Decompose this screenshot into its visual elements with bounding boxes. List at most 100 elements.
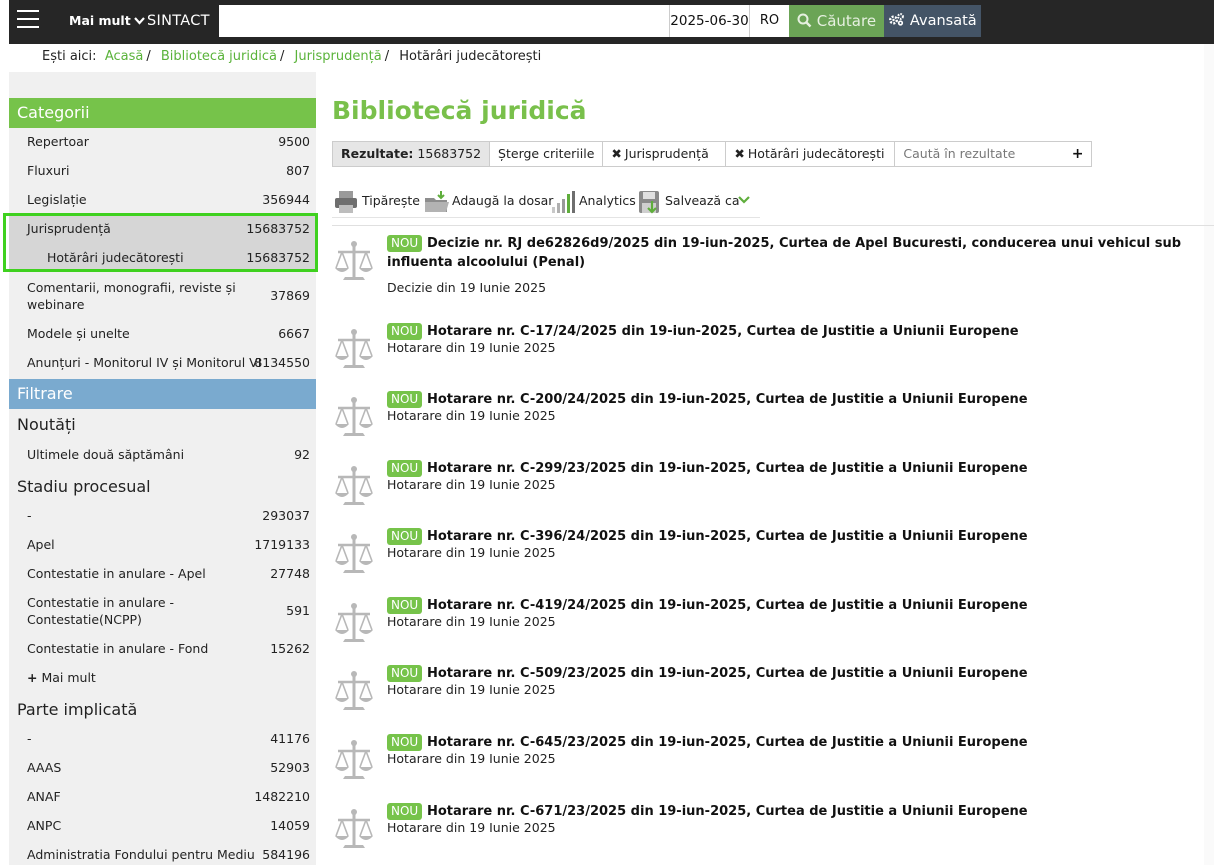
scales-of-justice-icon bbox=[334, 808, 374, 852]
result-title[interactable]: Hotarare nr. C-671/23/2025 din 19-iun-20… bbox=[387, 802, 1212, 821]
sidebar-margin bbox=[0, 72, 9, 865]
analytics-label: Analytics bbox=[579, 193, 636, 208]
more-menu-button[interactable]: Mai mult bbox=[69, 13, 145, 28]
selection-highlight bbox=[3, 213, 318, 272]
scales-of-justice-icon bbox=[334, 670, 374, 714]
sidebar-item-comentarii[interactable]: Comentarii, monografii, reviste și webin… bbox=[9, 279, 316, 313]
filter-item-label: - bbox=[27, 508, 32, 523]
result-subtitle: Hotarare din 19 Iunie 2025 bbox=[387, 614, 556, 629]
filter-item-label: Contestatie in anulare - Contestatie(NCP… bbox=[27, 595, 175, 627]
hamburger-icon-line bbox=[17, 18, 39, 20]
gears-icon bbox=[888, 13, 905, 29]
new-badge: NOU bbox=[387, 528, 423, 545]
filter-item-count: 1482210 bbox=[254, 789, 310, 804]
filter-item-count: 92 bbox=[294, 447, 310, 462]
filter-item-label: Administratia Fondului pentru Mediu bbox=[27, 847, 255, 862]
sidebar-item-label: Modele și unelte bbox=[27, 326, 130, 341]
new-badge: NOU bbox=[387, 734, 423, 751]
filter-item-label: ANAF bbox=[27, 789, 61, 804]
result-subtitle: Hotarare din 19 Iunie 2025 bbox=[387, 682, 556, 697]
result-subtitle: Hotarare din 19 Iunie 2025 bbox=[387, 340, 556, 355]
divider bbox=[332, 225, 1214, 226]
close-icon: ✖ bbox=[734, 146, 745, 161]
filter-item-count: 1719133 bbox=[254, 537, 310, 552]
result-item[interactable]: Hotarare nr. C-17/24/2025 din 19-iun-202… bbox=[332, 320, 1214, 380]
analytics-button[interactable]: Analytics bbox=[551, 190, 636, 214]
brand-logo[interactable]: SINTACT bbox=[147, 13, 210, 29]
add-to-folder-button[interactable]: Adaugă la dosar bbox=[424, 190, 553, 214]
close-icon: ✖ bbox=[611, 146, 622, 161]
criteria-tag-jurisprudenta[interactable]: ✖ Jurisprudență bbox=[603, 141, 727, 167]
new-badge: NOU bbox=[387, 665, 423, 682]
sidebar-item-count: 807 bbox=[286, 163, 310, 178]
result-title[interactable]: Hotarare nr. C-17/24/2025 din 19-iun-202… bbox=[387, 322, 1212, 341]
search-in-results-input[interactable]: Caută în rezultate + bbox=[895, 141, 1093, 167]
filter-group-party-title: Parte implicată bbox=[17, 700, 138, 719]
result-title[interactable]: Hotarare nr. C-419/24/2025 din 19-iun-20… bbox=[387, 596, 1212, 615]
menu-button[interactable] bbox=[17, 10, 39, 30]
breadcrumb-prefix: Ești aici: bbox=[42, 49, 97, 64]
result-item[interactable]: Hotarare nr. C-419/24/2025 din 19-iun-20… bbox=[332, 594, 1214, 654]
result-item[interactable]: Hotarare nr. C-299/23/2025 din 19-iun-20… bbox=[332, 457, 1214, 517]
new-badge: NOU bbox=[387, 323, 423, 340]
sidebar-item-label: Comentarii, monografii, reviste și webin… bbox=[27, 280, 236, 312]
sidebar-item-count: 9500 bbox=[278, 134, 310, 149]
filter-item-count: 27748 bbox=[270, 566, 310, 581]
result-title[interactable]: Hotarare nr. C-396/24/2025 din 19-iun-20… bbox=[387, 527, 1212, 546]
scales-of-justice-icon bbox=[334, 739, 374, 783]
filter-item-label: Ultimele două săptămâni bbox=[27, 447, 185, 462]
plus-icon[interactable]: + bbox=[1072, 142, 1084, 166]
filter-group-stage-title: Stadiu procesual bbox=[17, 477, 151, 496]
scales-of-justice-icon bbox=[334, 240, 374, 284]
results-toolbar: Tipărește Adaugă la dosar Analytics Salv… bbox=[332, 183, 760, 218]
filter-item-label: Apel bbox=[27, 537, 55, 552]
search-icon bbox=[797, 12, 812, 30]
filter-item-count: 52903 bbox=[270, 760, 310, 775]
language-selector[interactable]: RO bbox=[749, 5, 789, 37]
filter-item-count: 584196 bbox=[262, 847, 310, 862]
filter-item-stage[interactable]: Contestatie in anulare - Contestatie(NCP… bbox=[9, 594, 316, 628]
new-badge: NOU bbox=[387, 597, 423, 614]
breadcrumb-home[interactable]: Acasă bbox=[105, 49, 144, 64]
criteria-tag-hotarari[interactable]: ✖ Hotărâri judecătorești bbox=[726, 141, 896, 167]
clear-criteria-button[interactable]: Șterge criteriile bbox=[490, 141, 604, 167]
result-title[interactable]: Hotarare nr. C-299/23/2025 din 19-iun-20… bbox=[387, 459, 1212, 478]
filter-item-label: Contestatie in anulare - Fond bbox=[27, 641, 209, 656]
filter-group-news-title: Noutăți bbox=[17, 415, 76, 434]
filter-item-label: Contestatie in anulare - Apel bbox=[27, 566, 206, 581]
breadcrumb-jurisprudence[interactable]: Jurisprudență bbox=[295, 49, 382, 64]
filter-item-count: 15262 bbox=[270, 641, 310, 656]
advanced-search-button[interactable]: Avansată bbox=[884, 5, 981, 37]
breadcrumb-library[interactable]: Bibliotecă juridică bbox=[161, 49, 277, 64]
sidebar-item-count: 356944 bbox=[262, 192, 310, 207]
result-title[interactable]: Hotarare nr. C-645/23/2025 din 19-iun-20… bbox=[387, 733, 1212, 752]
result-item[interactable]: Hotarare nr. C-645/23/2025 din 19-iun-20… bbox=[332, 731, 1214, 791]
result-item[interactable]: Hotarare nr. C-200/24/2025 din 19-iun-20… bbox=[332, 388, 1214, 448]
page-title: Bibliotecă juridică bbox=[332, 96, 587, 125]
folder-add-icon bbox=[425, 191, 449, 212]
search-button-label: Căutare bbox=[816, 12, 877, 30]
breadcrumb: Ești aici: Acasă / Bibliotecă juridică / J… bbox=[42, 49, 542, 64]
result-item[interactable]: Hotarare nr. C-671/23/2025 din 19-iun-20… bbox=[332, 800, 1214, 860]
print-button[interactable]: Tipărește bbox=[334, 190, 420, 214]
result-item[interactable]: Hotarare nr. C-509/23/2025 din 19-iun-20… bbox=[332, 662, 1214, 722]
filter-item-label: ANPC bbox=[27, 818, 62, 833]
results-label: Rezultate: bbox=[341, 146, 414, 161]
breadcrumb-current: Hotărâri judecătorești bbox=[399, 49, 542, 64]
results-count: Rezultate: 15683752 bbox=[332, 141, 491, 167]
filter-item-count: 14059 bbox=[270, 818, 310, 833]
result-item[interactable]: Decizie nr. RJ de62826d9/2025 din 19-iun… bbox=[332, 232, 1214, 295]
date-field[interactable]: 2025-06-30 bbox=[669, 5, 749, 37]
result-title[interactable]: Hotarare nr. C-509/23/2025 din 19-iun-20… bbox=[387, 664, 1212, 683]
scales-of-justice-icon bbox=[334, 396, 374, 440]
search-input[interactable] bbox=[219, 5, 669, 37]
result-item[interactable]: Hotarare nr. C-396/24/2025 din 19-iun-20… bbox=[332, 525, 1214, 585]
result-title[interactable]: Hotarare nr. C-200/24/2025 din 19-iun-20… bbox=[387, 390, 1212, 409]
new-badge: NOU bbox=[387, 460, 423, 477]
printer-icon bbox=[335, 191, 357, 213]
save-as-button[interactable]: Salvează ca bbox=[638, 190, 753, 214]
search-button[interactable]: Căutare bbox=[789, 5, 884, 37]
result-title[interactable]: Decizie nr. RJ de62826d9/2025 din 19-iun… bbox=[387, 234, 1212, 272]
hamburger-icon-line bbox=[17, 26, 39, 28]
print-label: Tipărește bbox=[362, 193, 420, 208]
